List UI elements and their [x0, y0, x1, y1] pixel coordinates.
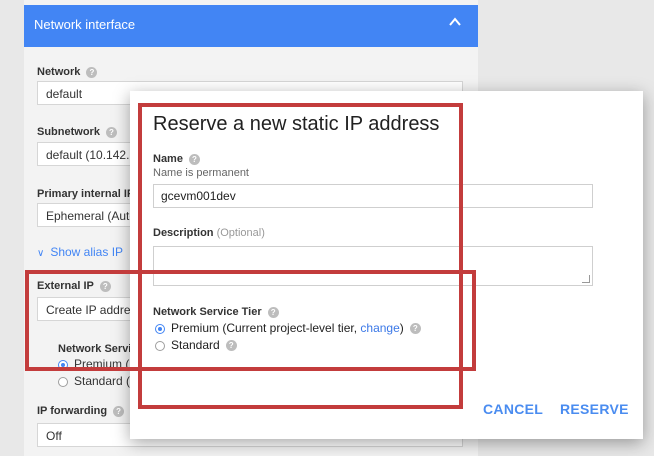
chevron-up-icon[interactable]	[448, 15, 462, 29]
resize-grip-icon[interactable]	[582, 275, 590, 283]
cancel-button[interactable]: CANCEL	[483, 401, 543, 417]
tier-premium-radio[interactable]: Premium (Current project-level tier, cha…	[155, 321, 421, 335]
help-icon[interactable]: ?	[188, 153, 200, 165]
help-icon[interactable]: ?	[267, 306, 279, 318]
help-icon[interactable]: ?	[86, 66, 98, 78]
change-tier-link[interactable]: change	[360, 321, 399, 335]
name-label: Name?	[153, 153, 200, 165]
help-icon[interactable]: ?	[409, 323, 421, 335]
radio-icon	[58, 376, 68, 387]
help-icon[interactable]: ?	[99, 280, 111, 292]
radio-icon	[155, 340, 165, 351]
network-interface-header[interactable]: Network interface	[24, 5, 478, 47]
name-input[interactable]	[153, 184, 593, 208]
radio-selected-icon	[155, 323, 165, 334]
ip-forwarding-label: IP forwarding?	[37, 405, 125, 417]
reserve-ip-dialog: Reserve a new static IP address Name? Na…	[130, 91, 643, 439]
external-ip-label: External IP?	[37, 280, 111, 292]
reserve-button[interactable]: RESERVE	[560, 401, 629, 417]
dialog-title: Reserve a new static IP address	[153, 113, 440, 135]
chevron-down-icon: ∨	[37, 248, 45, 259]
network-service-tier-label: Network Service Tier?	[153, 306, 279, 318]
help-icon[interactable]: ?	[225, 340, 237, 352]
bg-tier-standard-radio[interactable]: Standard (	[58, 374, 130, 388]
subnetwork-label: Subnetwork?	[37, 126, 117, 138]
description-label: Description (Optional)	[153, 227, 265, 239]
network-interface-title: Network interface	[34, 17, 136, 32]
tier-standard-radio[interactable]: Standard?	[155, 338, 237, 352]
help-icon[interactable]: ?	[105, 126, 117, 138]
primary-ip-label: Primary internal IP	[37, 188, 135, 200]
name-hint: Name is permanent	[153, 167, 249, 179]
radio-selected-icon	[58, 359, 68, 370]
bg-tier-premium-radio[interactable]: Premium (	[58, 357, 129, 371]
description-textarea[interactable]	[153, 246, 593, 286]
bg-tier-label: Network Servic	[58, 343, 138, 355]
help-icon[interactable]: ?	[113, 405, 125, 417]
network-label: Network?	[37, 66, 98, 78]
show-alias-ip-link[interactable]: ∨ Show alias IP	[37, 245, 123, 259]
